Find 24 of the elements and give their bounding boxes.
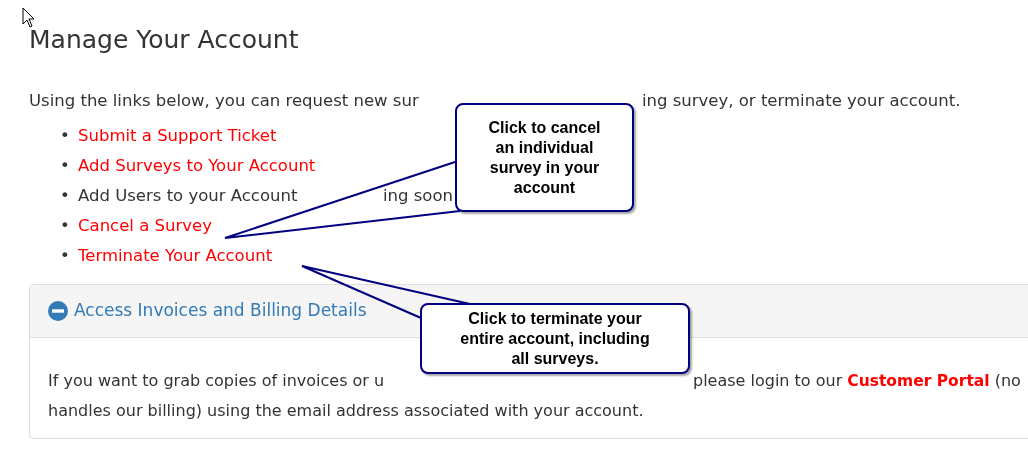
account-link[interactable]: Cancel a Survey: [78, 216, 212, 235]
account-link[interactable]: Add Surveys to Your Account: [78, 156, 316, 175]
intro-text: ing survey, or terminate your account.: [642, 91, 961, 110]
body-text: handles our billing) using the email address associated with your account.: [48, 401, 644, 420]
bullet: •: [60, 245, 71, 267]
body-text: please login to our: [693, 371, 844, 390]
bullet: •: [60, 185, 71, 207]
bullet: •: [60, 125, 71, 147]
list-item-text: ing soon: [383, 186, 453, 205]
body-text: (no: [993, 371, 1021, 390]
callout-text: Click to terminate your entire account, including all surveys.: [459, 308, 651, 369]
account-link[interactable]: Terminate Your Account: [78, 246, 273, 265]
panel-title-link[interactable]: Access Invoices and Billing Details: [74, 298, 367, 324]
body-text: If you want to grab copies of invoices or u: [48, 371, 385, 390]
callout-text: Click to cancel an individual survey in your account: [487, 117, 602, 198]
page-heading: Manage Your Account: [29, 24, 300, 56]
bullet: •: [60, 155, 71, 177]
pointer-icon: [22, 7, 35, 28]
collapse-icon[interactable]: [48, 301, 68, 321]
list-item-text: Add Users to your Account: [78, 186, 298, 205]
account-link[interactable]: Submit a Support Ticket: [78, 126, 277, 145]
portal-link[interactable]: Customer Portal: [847, 372, 990, 390]
bullet: •: [60, 215, 71, 237]
intro-text: Using the links below, you can request new sur: [29, 91, 419, 110]
